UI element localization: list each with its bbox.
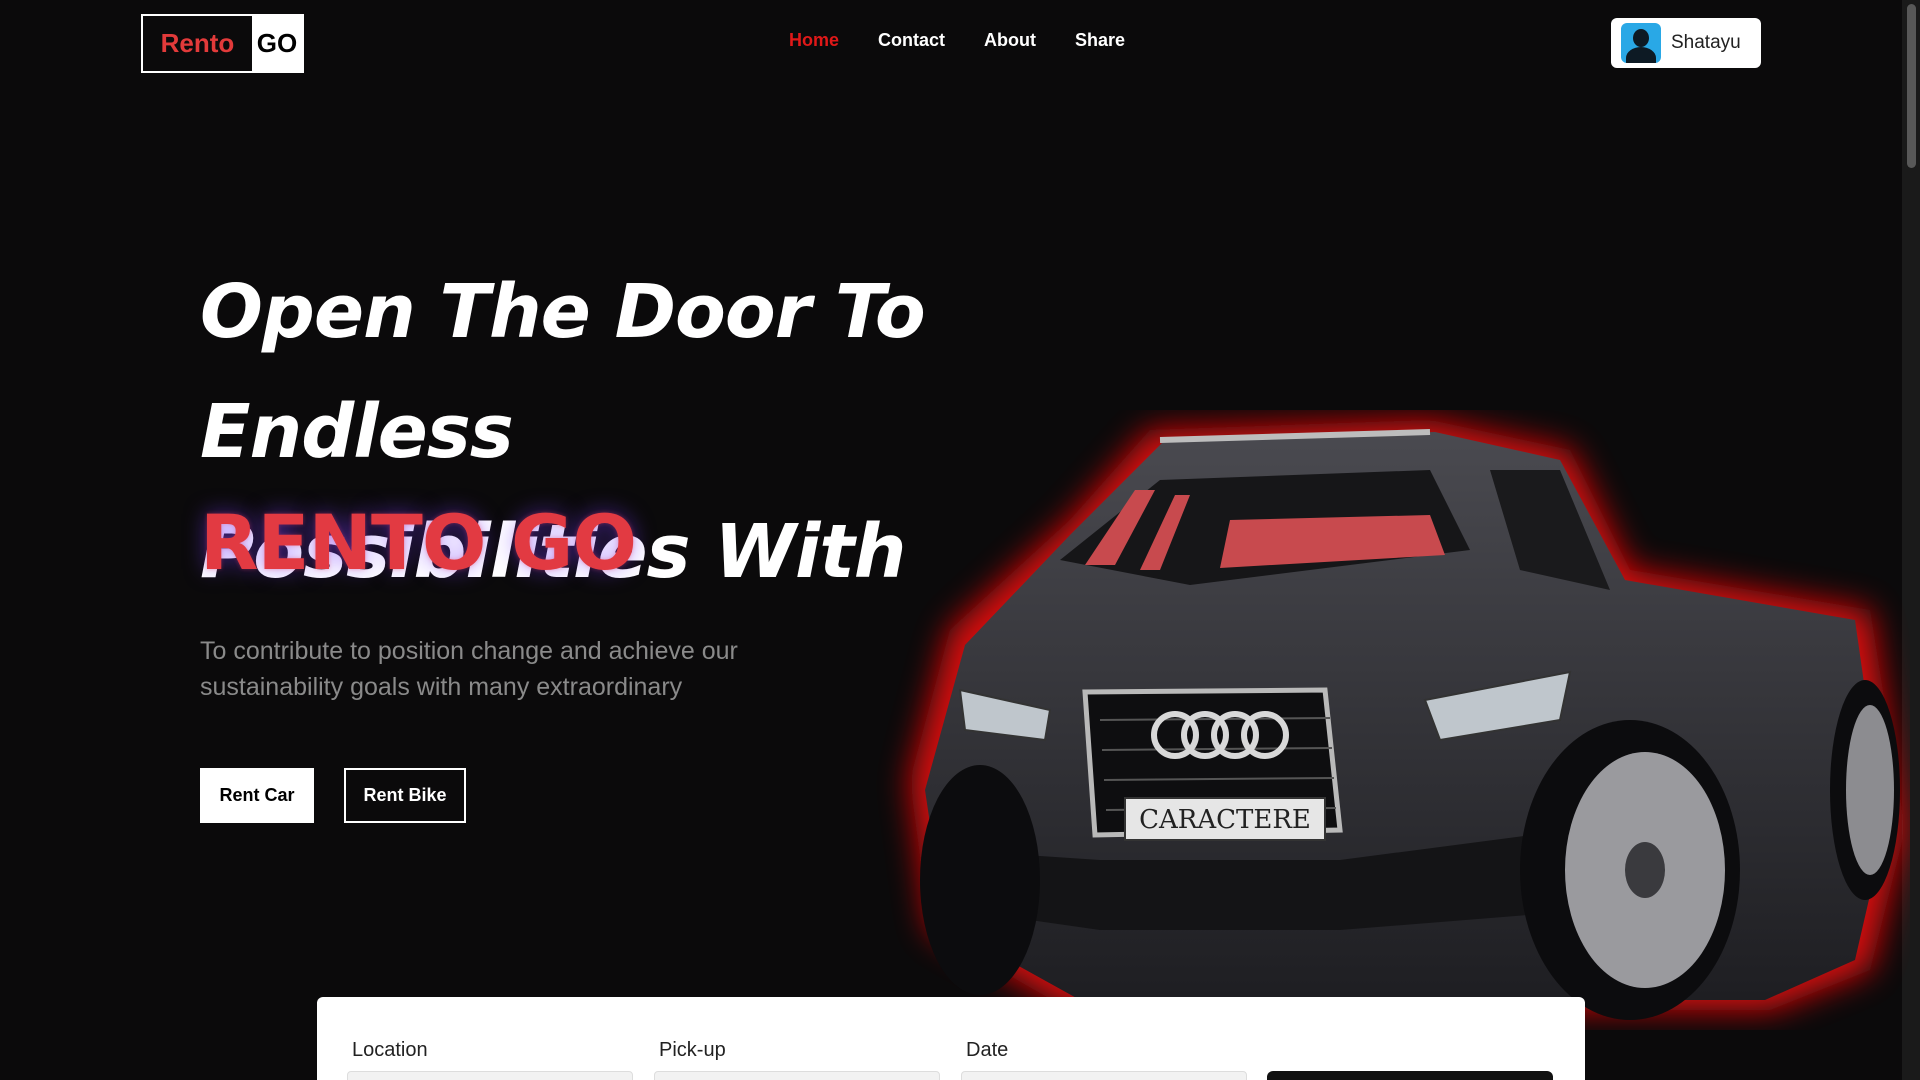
booking-panel: Location Pick-up Date [317, 997, 1585, 1080]
date-input[interactable] [961, 1071, 1247, 1080]
license-plate-text: CARACTERE [1139, 805, 1311, 835]
search-submit-button[interactable] [1267, 1071, 1553, 1080]
main-nav: Home Contact About Share [789, 30, 1164, 51]
scrollbar-thumb[interactable] [1907, 4, 1916, 168]
site-logo[interactable]: Rento GO [141, 14, 304, 73]
nav-contact[interactable]: Contact [878, 30, 945, 51]
rent-car-button[interactable]: Rent Car [200, 768, 314, 823]
logo-text-go: GO [252, 16, 302, 71]
pickup-label: Pick-up [659, 1039, 726, 1061]
location-input[interactable] [347, 1071, 633, 1080]
rent-bike-button[interactable]: Rent Bike [344, 768, 466, 823]
hero-heading-line1: Open The Door To Endless [200, 269, 926, 475]
nav-home[interactable]: Home [789, 30, 839, 51]
hero-car-image: CARACTERE [870, 410, 1910, 1030]
location-label: Location [352, 1039, 428, 1061]
user-profile-button[interactable]: Shatayu [1611, 18, 1761, 68]
nav-share[interactable]: Share [1075, 30, 1125, 51]
hero-subtitle: To contribute to position change and ach… [200, 637, 738, 701]
pickup-input[interactable] [654, 1071, 940, 1080]
user-avatar-icon [1621, 23, 1661, 63]
date-label: Date [966, 1039, 1009, 1061]
hero-brand-name: RENTO GO [200, 498, 637, 587]
user-name: Shatayu [1671, 32, 1741, 53]
nav-about[interactable]: About [984, 30, 1036, 51]
logo-text-rento: Rento [160, 28, 235, 58]
